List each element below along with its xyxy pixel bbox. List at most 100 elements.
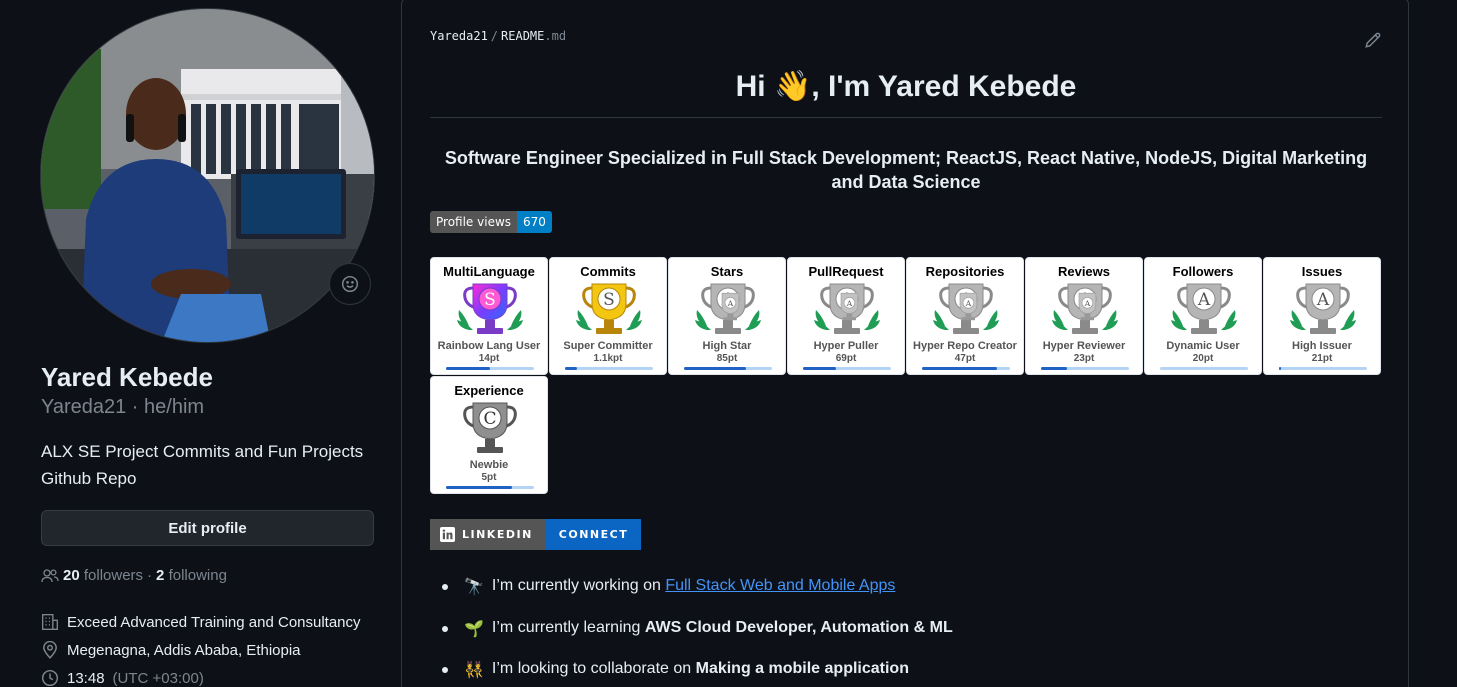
readme-heading: Hi 👋, I'm Yared Kebede bbox=[430, 69, 1382, 104]
profile-bio: ALX SE Project Commits and Fun Projects … bbox=[41, 442, 364, 488]
profile-company: Exceed Advanced Training and Consultancy bbox=[41, 613, 361, 631]
trophy-title: Issues bbox=[1301, 264, 1343, 279]
linkedin-text: LINKEDIN bbox=[462, 528, 533, 541]
bullet-text: I’m currently learning bbox=[491, 618, 641, 636]
trophy-card: Stars A High Star 85pt bbox=[668, 257, 786, 375]
trophy-progress-fill bbox=[446, 486, 512, 489]
trophy-title: PullRequest bbox=[808, 264, 884, 279]
trophy-card: PullRequest A Hyper Puller 69pt bbox=[787, 257, 905, 375]
trophy-icon: A A bbox=[695, 283, 761, 334]
trophy-card: Repositories A Hyper Repo Creator 47pt bbox=[906, 257, 1024, 375]
trophy-progress bbox=[446, 367, 534, 370]
trophy-progress-fill bbox=[1041, 367, 1068, 370]
trophy-icon: S bbox=[457, 283, 523, 334]
trophy-points: 14pt bbox=[478, 353, 500, 364]
trophy-progress bbox=[1160, 367, 1248, 370]
trophy-icon: C bbox=[463, 402, 517, 453]
edit-profile-button[interactable]: Edit profile bbox=[41, 510, 374, 546]
bullet-bold: AWS Cloud Developer, Automation & ML bbox=[644, 618, 953, 636]
profile-local-time: 13:48 (UTC +03:00) bbox=[41, 669, 204, 687]
people-emoji: 👯 bbox=[464, 662, 484, 679]
readme-subheading: Software Engineer Specialized in Full St… bbox=[444, 148, 1368, 192]
location-text: Megenagna, Addis Ababa, Ethiopia bbox=[67, 641, 301, 659]
trophy-rank: Newbie bbox=[469, 459, 509, 471]
trophy-points: 21pt bbox=[1311, 353, 1333, 364]
linkedin-connect: CONNECT bbox=[545, 519, 642, 550]
trophy-points: 5pt bbox=[481, 472, 497, 483]
svg-text:A: A bbox=[1084, 299, 1091, 308]
trophy-rank: Hyper Repo Creator bbox=[913, 340, 1017, 352]
views-label: Profile views bbox=[430, 211, 518, 233]
trophy-progress-fill bbox=[803, 367, 837, 370]
list-item: 🌱 I’m currently learning AWS Cloud Devel… bbox=[442, 617, 953, 659]
wave-emoji: 👋 bbox=[773, 70, 812, 103]
company-name: Exceed Advanced Training and Consultancy bbox=[67, 613, 361, 631]
views-count: 670 bbox=[517, 211, 552, 233]
follow-separator: · bbox=[147, 567, 153, 584]
trophy-icon: A A bbox=[933, 283, 999, 334]
readme-path-ext: .md bbox=[544, 29, 567, 43]
trophy-points: 20pt bbox=[1192, 353, 1214, 364]
linkedin-badge[interactable]: LINKEDIN CONNECT bbox=[430, 519, 642, 550]
trophy-rank: Super Committer bbox=[563, 340, 653, 352]
bullet-bold: Making a mobile application bbox=[695, 660, 909, 677]
trophy-title: Stars bbox=[710, 264, 744, 279]
svg-text:A: A bbox=[846, 299, 853, 308]
set-status-button[interactable] bbox=[329, 263, 371, 305]
profile-location: Megenagna, Addis Ababa, Ethiopia bbox=[41, 641, 301, 659]
trophy-title: Experience bbox=[454, 383, 524, 398]
following-link[interactable]: 2 following bbox=[156, 567, 227, 584]
readme-card: Yareda21/README.md Hi 👋, I'm Yared Kebed… bbox=[401, 0, 1409, 687]
trophy-title: MultiLanguage bbox=[443, 264, 535, 279]
readme-path-user[interactable]: Yareda21 bbox=[430, 29, 488, 43]
trophy-rank-letter: S bbox=[603, 290, 615, 310]
trophy-points: 85pt bbox=[716, 353, 738, 364]
trophy-progress bbox=[565, 367, 653, 370]
working-on-link[interactable]: Full Stack Web and Mobile Apps bbox=[665, 577, 895, 595]
trophy-rank-letter: A bbox=[1316, 290, 1330, 310]
seedling-emoji: 🌱 bbox=[464, 620, 484, 638]
followers-count: 20 bbox=[63, 567, 80, 584]
trophy-rank: High Star bbox=[702, 340, 752, 352]
trophy-progress bbox=[803, 367, 891, 370]
followers-label: followers bbox=[83, 567, 144, 584]
profile-views-badge: Profile views 670 bbox=[430, 211, 552, 233]
linkedin-badge-label: LINKEDIN bbox=[430, 519, 546, 550]
trophy-card: Followers A Dynamic User 20pt bbox=[1144, 257, 1262, 375]
clock-icon bbox=[41, 669, 59, 687]
follow-stats: 20 followers · 2 following bbox=[41, 567, 227, 584]
svg-text:A: A bbox=[965, 299, 972, 308]
trophy-card: Issues A High Issuer 21pt bbox=[1263, 257, 1381, 375]
trophy-progress bbox=[1041, 367, 1129, 370]
trophy-progress bbox=[1279, 367, 1367, 370]
trophy-progress-fill bbox=[565, 367, 578, 370]
trophy-rank: High Issuer bbox=[1292, 340, 1352, 352]
heading-divider bbox=[430, 117, 1382, 118]
trophy-progress-fill bbox=[446, 367, 490, 370]
trophy-rank-letter: A bbox=[1197, 290, 1211, 310]
trophy-icon: A bbox=[1290, 283, 1356, 334]
bullet-text: I’m currently working on bbox=[491, 577, 661, 594]
trophy-progress-fill bbox=[1279, 367, 1281, 370]
trophy-progress bbox=[922, 367, 1010, 370]
trophy-rank: Dynamic User bbox=[1166, 340, 1240, 352]
avatar[interactable] bbox=[40, 8, 375, 343]
pencil-icon[interactable] bbox=[1364, 31, 1382, 49]
profile-username: Yareda21 · he/him bbox=[41, 396, 205, 418]
trophy-rank: Hyper Puller bbox=[813, 340, 879, 352]
list-item: 🔭 I’m currently working on Full Stack We… bbox=[442, 575, 953, 617]
trophy-progress bbox=[446, 486, 534, 489]
svg-text:A: A bbox=[727, 299, 734, 308]
heading-suffix: , I'm Yared Kebede bbox=[811, 70, 1077, 103]
profile-name: Yared Kebede bbox=[41, 362, 213, 392]
readme-path-sep: / bbox=[490, 29, 499, 43]
trophy-points: 1.1kpt bbox=[593, 353, 623, 364]
trophy-points: 69pt bbox=[835, 353, 857, 364]
readme-path-file: README bbox=[501, 29, 545, 43]
organization-icon bbox=[42, 614, 58, 630]
trophy-card: MultiLanguage S Rainbow Lang User 14pt bbox=[430, 257, 548, 375]
followers-link[interactable]: 20 followers bbox=[63, 567, 143, 584]
timezone: (UTC +03:00) bbox=[112, 669, 204, 687]
local-time: 13:48 bbox=[67, 669, 105, 687]
trophy-progress-fill bbox=[922, 367, 997, 370]
